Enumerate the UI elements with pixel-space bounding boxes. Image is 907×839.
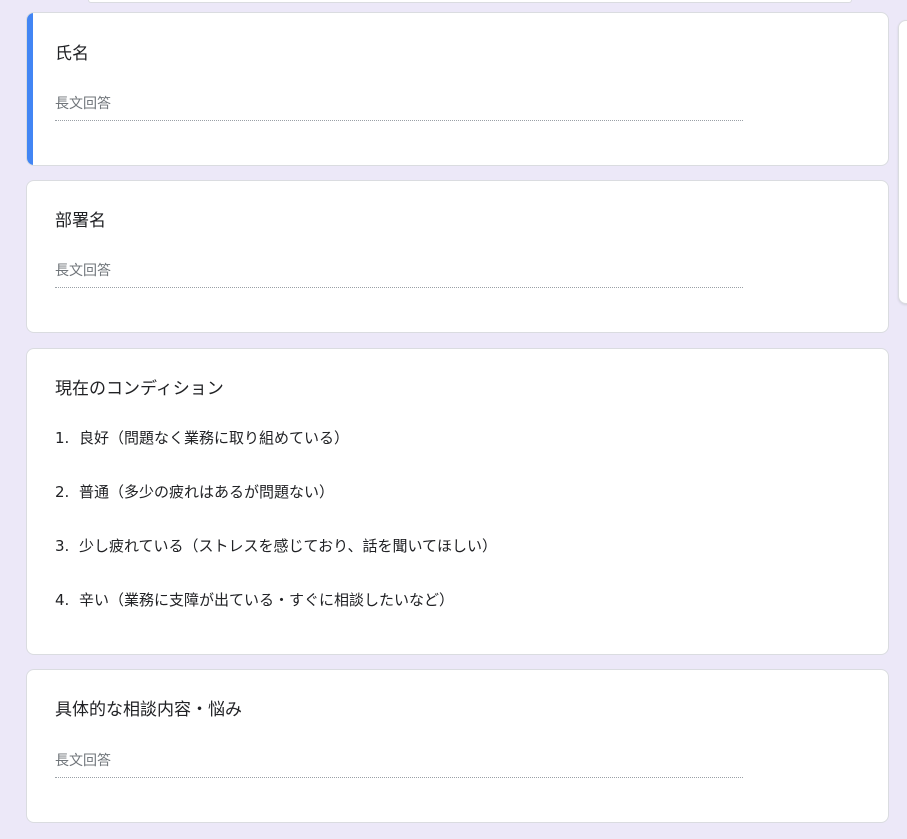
- option-number: 2.: [55, 483, 70, 501]
- question-card-consultation[interactable]: 具体的な相談内容・悩み 長文回答: [26, 669, 889, 823]
- long-answer-field: 長文回答: [55, 750, 743, 778]
- option-label: 少し疲れている（ストレスを感じており、話を聞いてほしい）: [79, 537, 498, 555]
- answer-placeholder: 長文回答: [55, 263, 111, 279]
- long-answer-field: 長文回答: [55, 260, 743, 288]
- option-label: 辛い（業務に支障が出ている・すぐに相談したいなど）: [79, 591, 455, 609]
- question-card-name[interactable]: 氏名 長文回答: [26, 12, 889, 166]
- option-list: 1. 良好（問題なく業務に取り組めている） 2. 普通（多少の疲れはあるが問題ない）…: [55, 427, 497, 643]
- option-label: 良好（問題なく業務に取り組めている）: [79, 429, 350, 447]
- question-title: 部署名: [55, 211, 106, 231]
- question-card-condition[interactable]: 現在のコンディション 1. 良好（問題なく業務に取り組めている） 2. 普通（多少の…: [26, 348, 889, 655]
- floating-toolbar: [898, 20, 907, 304]
- option-number: 4.: [55, 591, 70, 609]
- list-item: 4. 辛い（業務に支障が出ている・すぐに相談したいなど）: [55, 589, 497, 643]
- question-title: 現在のコンディション: [55, 379, 224, 399]
- question-title: 氏名: [55, 44, 89, 64]
- question-card-department[interactable]: 部署名 長文回答: [26, 180, 889, 333]
- previous-card-edge: [88, 0, 852, 3]
- answer-placeholder: 長文回答: [55, 753, 111, 769]
- list-item: 2. 普通（多少の疲れはあるが問題ない）: [55, 481, 497, 535]
- long-answer-field: 長文回答: [55, 93, 743, 121]
- option-number: 3.: [55, 537, 70, 555]
- list-item: 3. 少し疲れている（ストレスを感じており、話を聞いてほしい）: [55, 535, 497, 589]
- option-label: 普通（多少の疲れはあるが問題ない）: [79, 483, 335, 501]
- list-item: 1. 良好（問題なく業務に取り組めている）: [55, 427, 497, 481]
- option-number: 1.: [55, 429, 70, 447]
- question-title: 具体的な相談内容・悩み: [55, 700, 242, 720]
- answer-placeholder: 長文回答: [55, 96, 111, 112]
